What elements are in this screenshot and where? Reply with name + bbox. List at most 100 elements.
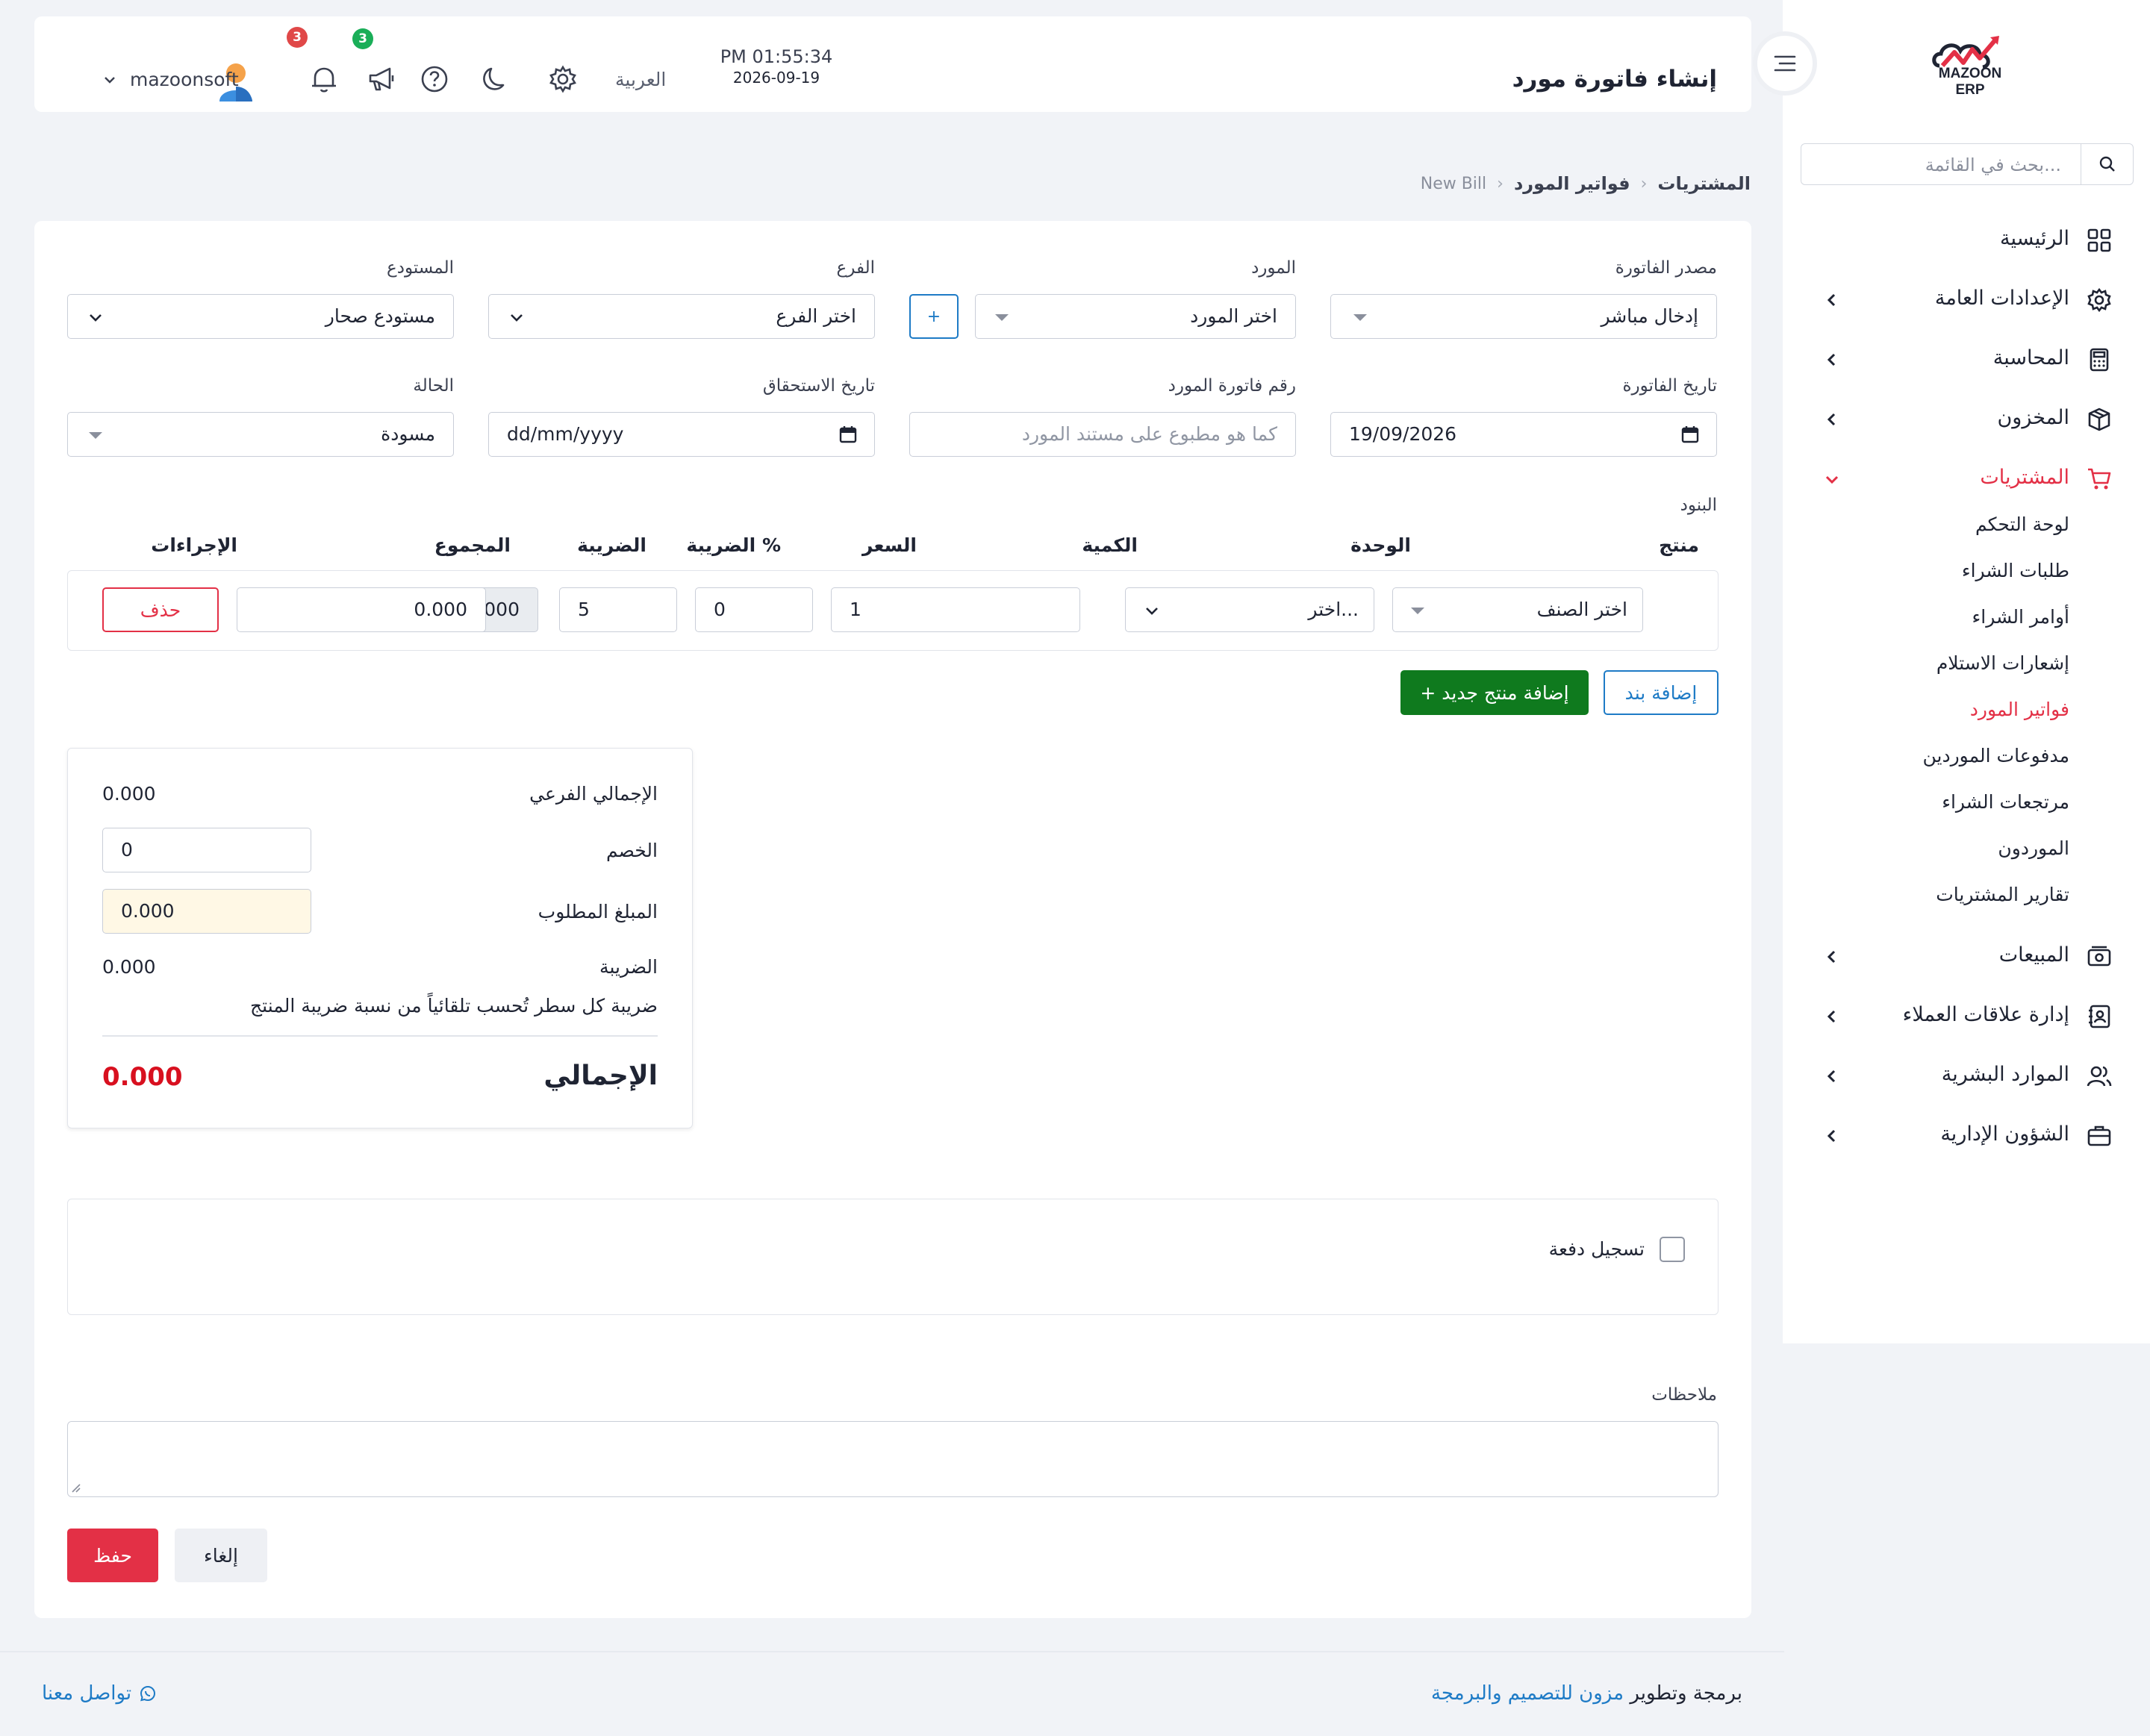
- sidebar-item-purchases[interactable]: المشتريات: [1783, 449, 2150, 505]
- chevron-down-icon: [1825, 475, 1839, 484]
- contact-us-label: تواصل معنا: [42, 1682, 132, 1705]
- breadcrumb-purchases[interactable]: المشتريات: [1657, 173, 1751, 194]
- due-date-label: تاريخ الاستحقاق: [762, 376, 875, 396]
- sidebar-toggle-button[interactable]: [1753, 31, 1817, 96]
- breadcrumb-supplier-bills[interactable]: فواتير المورد: [1514, 173, 1630, 194]
- supplier-select[interactable]: اختر المورد: [975, 294, 1296, 339]
- column-unit: الوحدة: [1350, 534, 1411, 556]
- add-new-product-button[interactable]: + إضافة منتج جديد: [1400, 670, 1589, 715]
- calendar-icon[interactable]: [1680, 425, 1700, 444]
- product-select[interactable]: اختر الصنف: [1392, 587, 1643, 632]
- clock-date: 2026-09-19: [732, 69, 820, 87]
- sidebar-item-accounting[interactable]: المحاسبة: [1783, 330, 2150, 390]
- save-button[interactable]: حفظ: [67, 1529, 158, 1582]
- chevron-down-icon[interactable]: [102, 72, 118, 88]
- quantity-input[interactable]: 1: [831, 587, 1080, 632]
- clock-time: PM 01:55:34: [720, 46, 833, 67]
- warehouse-select[interactable]: مستودع صحار: [67, 294, 454, 339]
- branch-select[interactable]: اختر الفرع: [488, 294, 875, 339]
- gear-icon: [2087, 287, 2111, 313]
- moon-icon[interactable]: [479, 63, 512, 96]
- notes-textarea[interactable]: [67, 1421, 1719, 1497]
- sidebar-item-label: المشتريات: [1980, 466, 2069, 489]
- chevron-down-icon: [90, 314, 102, 322]
- payment-section: تسجيل دفعة: [67, 1199, 1719, 1315]
- submenu-item-purchase-requests[interactable]: طلبات الشراء: [1783, 551, 2150, 597]
- grand-total-value: 0.000: [102, 1062, 183, 1092]
- bill-date-label: تاريخ الفاتورة: [1622, 376, 1717, 396]
- discount-label: الخصم: [605, 840, 658, 861]
- chevron-left-icon: [1827, 950, 1836, 964]
- sidebar-search[interactable]: بحث في القائمة...: [1801, 143, 2134, 185]
- header-clock: PM 01:55:34 2026-09-19: [709, 46, 844, 87]
- caret-down-icon: [1411, 608, 1424, 614]
- breadcrumb-current: New Bill: [1420, 174, 1487, 193]
- cancel-button[interactable]: إلغاء: [175, 1529, 267, 1582]
- column-price: السعر: [861, 534, 917, 556]
- sidebar-search-placeholder: بحث في القائمة...: [1925, 154, 2061, 175]
- bill-source-select[interactable]: إدخال مباشر: [1330, 294, 1717, 339]
- megaphone-icon[interactable]: [366, 63, 399, 96]
- menu-icon: [1774, 55, 1796, 72]
- sidebar-item-hr[interactable]: الموارد البشرية: [1783, 1046, 2150, 1106]
- discount-input[interactable]: 0: [102, 828, 311, 872]
- item-row: اختر الصنف اختر... 1 0 5 0.000 0.000 حذف: [67, 570, 1719, 651]
- notes-label: ملاحظات: [1651, 1385, 1717, 1405]
- submenu-item-purchase-orders[interactable]: أوامر الشراء: [1783, 597, 2150, 643]
- bell-icon[interactable]: [308, 63, 340, 96]
- sidebar-item-sales[interactable]: المبيعات: [1783, 927, 2150, 987]
- product-placeholder: اختر الصنف: [1536, 599, 1627, 620]
- sidebar-item-inventory[interactable]: المخزون: [1783, 390, 2150, 449]
- column-quantity: الكمية: [1082, 534, 1138, 556]
- record-payment-checkbox[interactable]: [1660, 1237, 1685, 1262]
- items-section-label: البنود: [1680, 496, 1717, 515]
- help-icon[interactable]: [418, 63, 451, 96]
- footer-company-link[interactable]: مزون للتصميم والبرمجة: [1431, 1682, 1624, 1705]
- submenu-item-supplier-bills[interactable]: فواتير المورد: [1783, 690, 2150, 736]
- supplier-bill-number-placeholder: كما هو مطبوع على مستند المورد: [1021, 423, 1277, 445]
- submenu-item-suppliers[interactable]: الموردون: [1783, 828, 2150, 875]
- tax-note: ضريبة كل سطر تُحسب تلقائياً من نسبة ضريب…: [250, 995, 658, 1017]
- sidebar-item-label: الموارد البشرية: [1941, 1063, 2069, 1086]
- price-input[interactable]: 0: [695, 587, 813, 632]
- announcements-badge: 3: [352, 28, 373, 49]
- resize-handle-icon[interactable]: [71, 1483, 81, 1493]
- totals-divider: [102, 1035, 658, 1037]
- sidebar-item-home[interactable]: الرئيسية: [1783, 210, 2150, 270]
- language-switcher[interactable]: العربية: [615, 69, 666, 90]
- chevron-down-icon: [1146, 608, 1158, 615]
- gear-icon[interactable]: [546, 63, 579, 96]
- branch-placeholder: اختر الفرع: [776, 305, 856, 327]
- due-date-input[interactable]: dd/mm/yyyy: [488, 412, 875, 457]
- calendar-icon[interactable]: [838, 425, 858, 444]
- supplier-placeholder: اختر المورد: [1190, 305, 1277, 327]
- record-payment-label[interactable]: تسجيل دفعة: [1549, 1238, 1645, 1260]
- whatsapp-icon: [140, 1685, 156, 1702]
- add-line-button[interactable]: إضافة بند: [1604, 670, 1719, 715]
- supplier-bill-number-input[interactable]: كما هو مطبوع على مستند المورد: [909, 412, 1296, 457]
- submenu-item-purchase-returns[interactable]: مرتجعات الشراء: [1783, 782, 2150, 828]
- user-name[interactable]: mazoonsoft: [130, 69, 239, 90]
- sidebar-item-admin-affairs[interactable]: الشؤون الإدارية: [1783, 1106, 2150, 1166]
- status-select[interactable]: مسودة: [67, 412, 454, 457]
- footer-divider: [0, 1651, 1784, 1652]
- delete-line-button[interactable]: حذف: [102, 587, 219, 632]
- bill-date-input[interactable]: 19/09/2026: [1330, 412, 1717, 457]
- add-supplier-button[interactable]: +: [909, 294, 959, 339]
- sidebar-item-label: إدارة علاقات العملاء: [1902, 1003, 2069, 1026]
- app-logo[interactable]: MAZOON ERP: [1926, 33, 2014, 99]
- contact-us-link[interactable]: تواصل معنا: [42, 1682, 157, 1705]
- caret-down-icon: [89, 432, 102, 439]
- column-tax: الضريبة: [577, 534, 646, 556]
- amount-due-input[interactable]: 0.000: [102, 889, 311, 934]
- chevron-left-icon: [1827, 1129, 1836, 1143]
- submenu-item-dashboard[interactable]: لوحة التحكم: [1783, 505, 2150, 551]
- unit-select[interactable]: اختر...: [1125, 587, 1374, 632]
- sidebar-item-crm[interactable]: إدارة علاقات العملاء: [1783, 987, 2150, 1046]
- submenu-item-receipts[interactable]: إشعارات الاستلام: [1783, 643, 2150, 690]
- submenu-item-supplier-payments[interactable]: مدفوعات الموردين: [1783, 736, 2150, 782]
- sidebar-item-settings[interactable]: الإعدادات العامة: [1783, 270, 2150, 330]
- sidebar-item-label: الإعدادات العامة: [1934, 287, 2069, 310]
- tax-percent-input[interactable]: 5: [559, 587, 677, 632]
- submenu-item-purchase-reports[interactable]: تقارير المشتريات: [1783, 875, 2150, 921]
